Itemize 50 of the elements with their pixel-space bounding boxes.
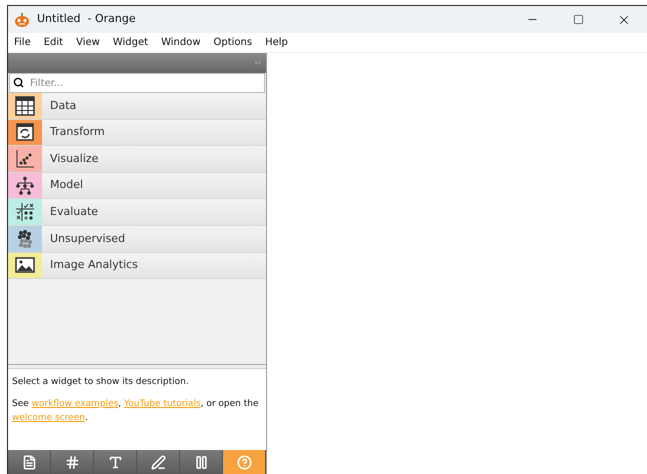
pumpkin-logo-icon <box>14 12 30 28</box>
confusion-matrix-icon <box>15 202 35 222</box>
tree-icon <box>15 176 35 196</box>
clusters-icon <box>15 228 35 249</box>
description-text: Select a widget to show its description. <box>12 376 190 389</box>
help-text: , <box>118 399 122 409</box>
menu-item[interactable]: Widget <box>112 35 148 50</box>
category-item[interactable]: Data <box>8 93 266 120</box>
menu-item[interactable]: View <box>76 35 100 50</box>
menu-item[interactable]: Help <box>265 35 288 50</box>
category-item[interactable]: Model <box>8 172 266 200</box>
filter-field[interactable]: Filter... <box>9 73 265 93</box>
menu-item[interactable]: Window <box>161 35 200 50</box>
pause-icon <box>194 454 208 470</box>
category-item[interactable]: Evaluate <box>8 199 266 226</box>
category-label: Model <box>50 177 84 194</box>
category-label: Image Analytics <box>50 257 138 274</box>
document-icon <box>22 454 36 470</box>
category-item[interactable]: Image Analytics <box>8 252 266 280</box>
menu-item[interactable]: Options <box>214 35 252 50</box>
help-icon <box>236 454 252 470</box>
toolbar-button[interactable] <box>8 450 51 474</box>
toolbar-button[interactable] <box>94 450 137 474</box>
category-label: Visualize <box>50 150 98 167</box>
category-label: Evaluate <box>50 204 98 220</box>
category-label: Transform <box>50 124 105 140</box>
category-item[interactable]: Unsupervised <box>8 226 266 253</box>
scatter-plot-icon <box>15 148 35 169</box>
category-item[interactable]: Transform <box>8 120 266 146</box>
toolbar-button[interactable] <box>137 450 180 474</box>
window-title: Untitled - Orange <box>37 11 136 28</box>
table-icon <box>15 96 35 116</box>
search-icon <box>13 77 24 88</box>
image-icon <box>15 255 35 276</box>
help-text: , or open the <box>200 399 259 409</box>
toolbar-button[interactable] <box>180 450 223 474</box>
menu-item[interactable]: Edit <box>44 35 64 50</box>
refresh-icon <box>15 122 35 142</box>
hash-icon <box>64 454 80 470</box>
toolbar-button[interactable] <box>51 450 94 474</box>
help-text: See <box>12 399 30 409</box>
maximize-icon <box>572 14 584 25</box>
category-item[interactable]: Visualize <box>8 146 266 173</box>
menu-item[interactable]: File <box>14 35 31 50</box>
category-label: Unsupervised <box>50 230 126 247</box>
toolbar-button[interactable] <box>223 450 266 474</box>
category-label: Data <box>50 98 76 114</box>
pen-icon <box>150 454 166 470</box>
help-text: . <box>84 413 88 423</box>
text-icon <box>108 454 122 470</box>
